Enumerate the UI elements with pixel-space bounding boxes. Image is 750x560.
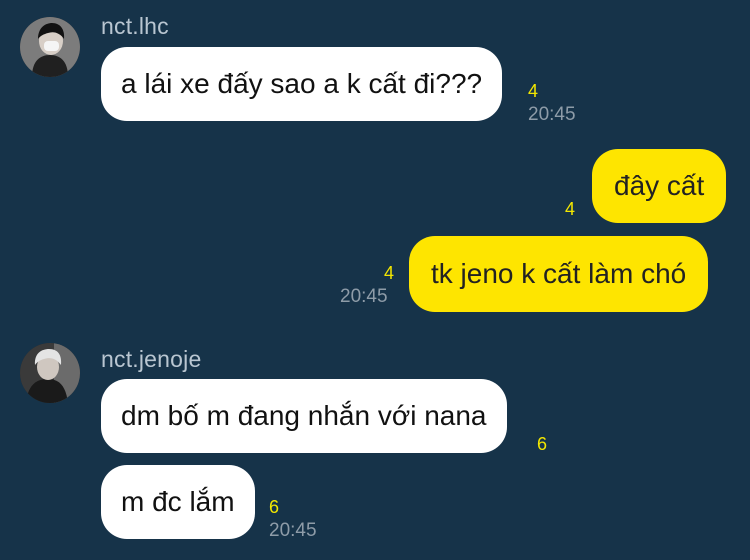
message-time: 20:45 bbox=[340, 286, 388, 307]
avatar-nct-lhc[interactable] bbox=[20, 17, 80, 77]
message-text: tk jeno k cất làm chó bbox=[431, 258, 687, 289]
message-time: 20:45 bbox=[528, 104, 576, 125]
sender-name: nct.jenoje bbox=[101, 346, 202, 372]
message-bubble-incoming[interactable]: a lái xe đấy sao a k cất đi??? bbox=[101, 47, 503, 121]
unread-count: 6 bbox=[537, 434, 548, 454]
sender-name: nct.lhc bbox=[101, 13, 169, 39]
unread-count: 4 bbox=[565, 199, 576, 219]
message-text: dm bố m đang nhắn với nana bbox=[121, 400, 487, 431]
message-bubble-outgoing[interactable]: tk jeno k cất làm chó bbox=[409, 236, 709, 312]
message-bubble-incoming[interactable]: dm bố m đang nhắn với nana bbox=[101, 379, 507, 453]
message-text: a lái xe đấy sao a k cất đi??? bbox=[121, 68, 483, 99]
message-time: 20:45 bbox=[269, 520, 317, 541]
unread-count: 6 bbox=[269, 497, 280, 517]
user-avatar-masked-icon bbox=[20, 17, 80, 77]
message-bubble-incoming[interactable]: m đc lắm bbox=[101, 465, 255, 539]
user-avatar-icon bbox=[20, 343, 80, 403]
unread-count: 4 bbox=[384, 263, 395, 283]
message-bubble-outgoing[interactable]: đây cất bbox=[592, 149, 727, 223]
message-text: đây cất bbox=[614, 170, 705, 201]
message-text: m đc lắm bbox=[121, 486, 235, 517]
avatar-nct-jenoje[interactable] bbox=[20, 343, 80, 403]
unread-count: 4 bbox=[528, 81, 539, 101]
